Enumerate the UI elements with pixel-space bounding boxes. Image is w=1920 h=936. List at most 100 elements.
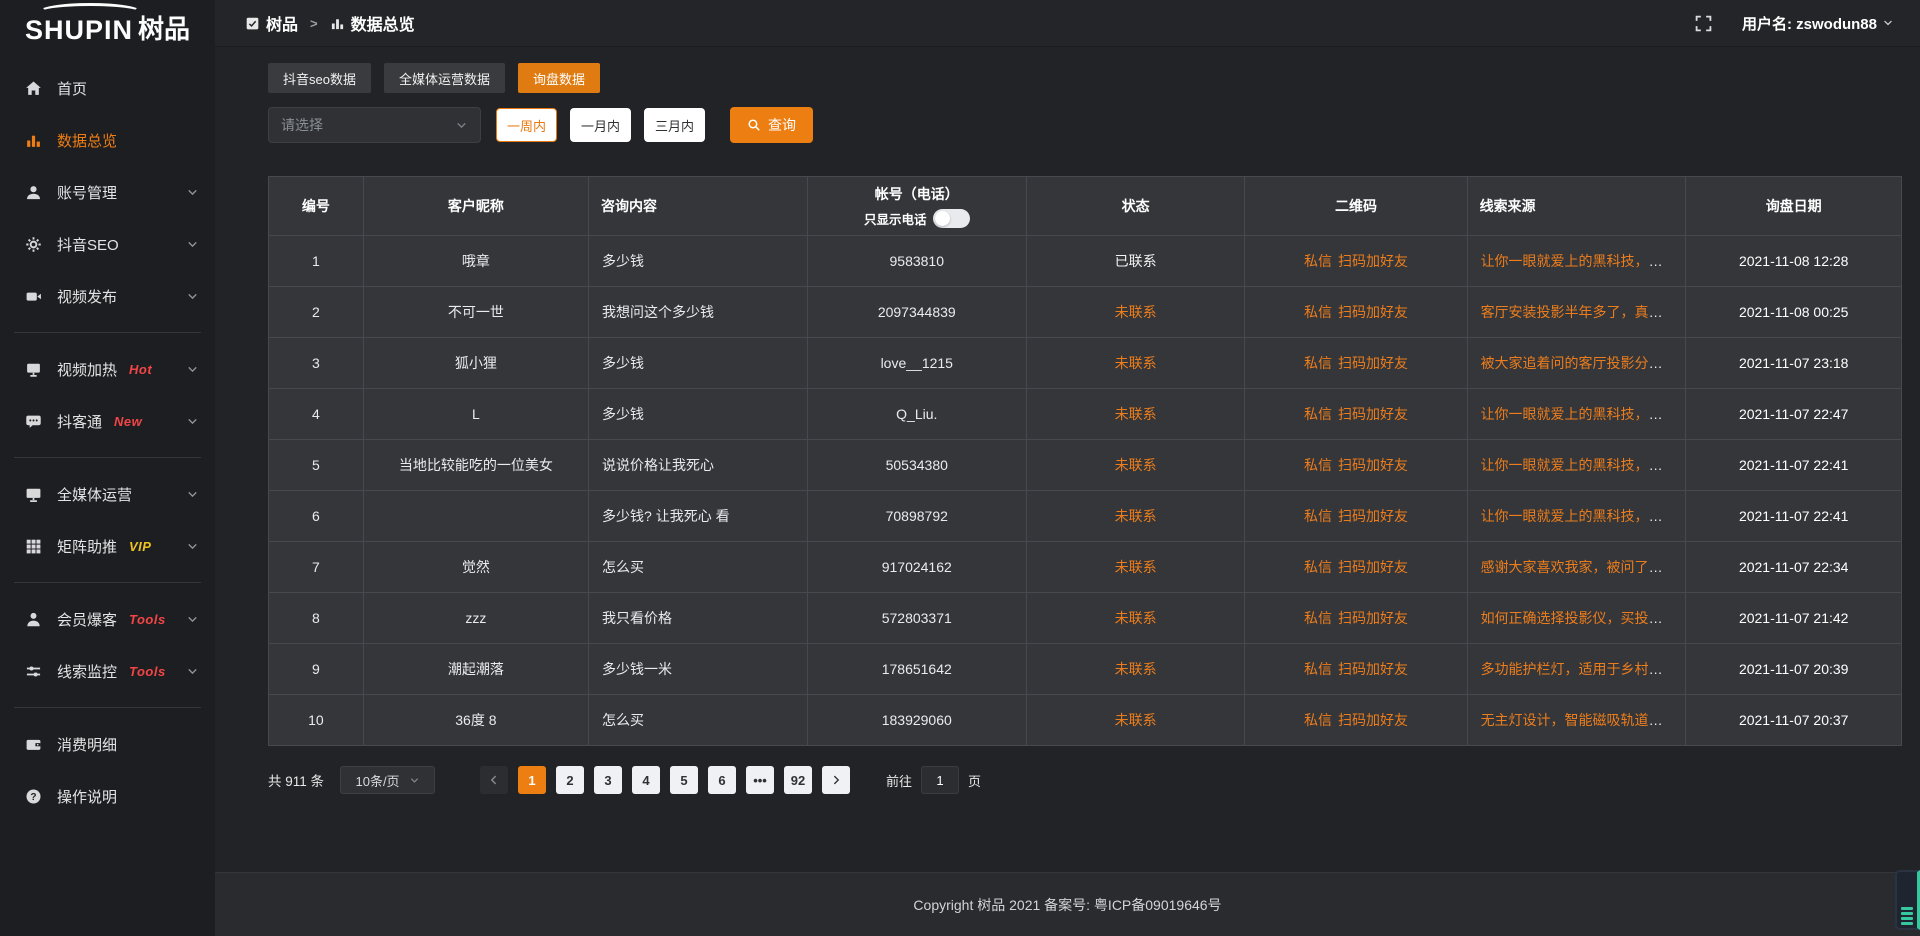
- qr-link-扫码加好友[interactable]: 扫码加好友: [1338, 457, 1408, 473]
- qr-link-私信[interactable]: 私信: [1304, 304, 1332, 320]
- sidebar-item-抖音SEO[interactable]: 抖音SEO: [0, 218, 215, 270]
- qr-link-扫码加好友[interactable]: 扫码加好友: [1338, 508, 1408, 524]
- cell-account: 70898792: [807, 491, 1026, 542]
- app-logo[interactable]: SHUPIN 树品: [0, 0, 215, 54]
- cell-date: 2021-11-08 00:25: [1686, 287, 1902, 338]
- page-button-92[interactable]: 92: [784, 766, 812, 794]
- sidebar-item-操作说明[interactable]: ?操作说明: [0, 770, 215, 822]
- range-button-一月内[interactable]: 一月内: [570, 108, 631, 142]
- sidebar-item-视频加热[interactable]: 视频加热Hot: [0, 343, 215, 395]
- cell-number: 7: [269, 542, 364, 593]
- sidebar-item-视频发布[interactable]: 视频发布: [0, 270, 215, 322]
- source-link[interactable]: 如何正确选择投影仪，买投影...: [1481, 610, 1675, 626]
- sidebar-item-全媒体运营[interactable]: 全媒体运营: [0, 468, 215, 520]
- range-button-三月内[interactable]: 三月内: [644, 108, 705, 142]
- floating-side-widget[interactable]: [1895, 870, 1920, 930]
- qr-link-私信[interactable]: 私信: [1304, 457, 1332, 473]
- user-menu[interactable]: 用户名: zswodun88: [1742, 13, 1894, 34]
- column-header-二维码: 二维码: [1245, 177, 1467, 236]
- select-placeholder: 请选择: [281, 115, 323, 135]
- qr-link-私信[interactable]: 私信: [1304, 661, 1332, 677]
- account-select[interactable]: 请选择: [268, 107, 481, 143]
- cell-number: 3: [269, 338, 364, 389]
- cell-number: 10: [269, 695, 364, 746]
- cell-source: 感谢大家喜欢我家，被问了好...: [1467, 542, 1686, 593]
- cell-date: 2021-11-08 12:28: [1686, 236, 1902, 287]
- sidebar-item-label: 线索监控: [57, 661, 117, 682]
- cell-status: 未联系: [1026, 491, 1245, 542]
- page-size-select[interactable]: 10条/页: [340, 766, 435, 794]
- page-button-1[interactable]: 1: [518, 766, 546, 794]
- cell-date: 2021-11-07 22:34: [1686, 542, 1902, 593]
- qr-link-扫码加好友[interactable]: 扫码加好友: [1338, 406, 1408, 422]
- chevron-down-icon: [186, 488, 199, 501]
- wallet-icon: [25, 736, 42, 753]
- page-ellipsis-button[interactable]: •••: [746, 766, 774, 794]
- page-button-2[interactable]: 2: [556, 766, 584, 794]
- table-header-row: 编号客户昵称咨询内容帐号（电话）只显示电话状态二维码线索来源询盘日期: [269, 177, 1902, 236]
- sidebar-item-首页[interactable]: 首页: [0, 62, 215, 114]
- source-link[interactable]: 让你一眼就爱上的黑科技，能...: [1481, 406, 1675, 422]
- source-link[interactable]: 无主灯设计，智能磁吸轨道灯...: [1481, 712, 1675, 728]
- sidebar-item-矩阵助推[interactable]: 矩阵助推VIP: [0, 520, 215, 572]
- cell-account: 572803371: [807, 593, 1026, 644]
- query-button[interactable]: 查询: [730, 107, 813, 143]
- sidebar-item-消费明细[interactable]: 消费明细: [0, 718, 215, 770]
- sidebar-item-label: 会员爆客: [57, 609, 117, 630]
- page-button-6[interactable]: 6: [708, 766, 736, 794]
- gear-icon: [25, 236, 42, 253]
- qr-link-扫码加好友[interactable]: 扫码加好友: [1338, 559, 1408, 575]
- phone-only-toggle[interactable]: [933, 209, 970, 228]
- next-page-button[interactable]: [822, 766, 850, 794]
- sidebar-item-抖客通[interactable]: 抖客通New: [0, 395, 215, 447]
- source-link[interactable]: 客厅安装投影半年多了，真实...: [1481, 304, 1675, 320]
- cell-account: love__1215: [807, 338, 1026, 389]
- prev-page-button[interactable]: [480, 766, 508, 794]
- cell-content: 说说价格让我死心: [589, 440, 808, 491]
- source-link[interactable]: 让你一眼就爱上的黑科技，能...: [1481, 253, 1675, 269]
- qr-link-私信[interactable]: 私信: [1304, 406, 1332, 422]
- table-row: 3狐小狸多少钱love__1215未联系私信扫码加好友被大家追着问的客厅投影分享…: [269, 338, 1902, 389]
- sidebar-item-label: 矩阵助推: [57, 536, 117, 557]
- qr-link-私信[interactable]: 私信: [1304, 610, 1332, 626]
- goto-page-input[interactable]: [921, 766, 959, 794]
- qr-link-私信[interactable]: 私信: [1304, 712, 1332, 728]
- qr-link-私信[interactable]: 私信: [1304, 253, 1332, 269]
- qr-link-扫码加好友[interactable]: 扫码加好友: [1338, 712, 1408, 728]
- qr-link-扫码加好友[interactable]: 扫码加好友: [1338, 661, 1408, 677]
- tab-全媒体运营数据[interactable]: 全媒体运营数据: [384, 63, 505, 93]
- phone-only-label: 只显示电话: [864, 209, 927, 228]
- sidebar-item-会员爆客[interactable]: 会员爆客Tools: [0, 593, 215, 645]
- chevron-down-icon: [186, 186, 199, 199]
- tab-询盘数据[interactable]: 询盘数据: [518, 63, 600, 93]
- range-button-一周内[interactable]: 一周内: [496, 108, 557, 142]
- sidebar-item-账号管理[interactable]: 账号管理: [0, 166, 215, 218]
- source-link[interactable]: 被大家追着问的客厅投影分享...: [1481, 355, 1675, 371]
- source-link[interactable]: 让你一眼就爱上的黑科技，能...: [1481, 508, 1675, 524]
- source-link[interactable]: 让你一眼就爱上的黑科技，能...: [1481, 457, 1675, 473]
- qr-link-扫码加好友[interactable]: 扫码加好友: [1338, 253, 1408, 269]
- sidebar-item-数据总览[interactable]: 数据总览: [0, 114, 215, 166]
- qr-link-私信[interactable]: 私信: [1304, 355, 1332, 371]
- page-button-3[interactable]: 3: [594, 766, 622, 794]
- source-link[interactable]: 感谢大家喜欢我家，被问了好...: [1481, 559, 1675, 575]
- qr-link-扫码加好友[interactable]: 扫码加好友: [1338, 610, 1408, 626]
- qr-link-私信[interactable]: 私信: [1304, 559, 1332, 575]
- sidebar-item-线索监控[interactable]: 线索监控Tools: [0, 645, 215, 697]
- qr-link-私信[interactable]: 私信: [1304, 508, 1332, 524]
- qr-link-扫码加好友[interactable]: 扫码加好友: [1338, 304, 1408, 320]
- cell-qrcode: 私信扫码加好友: [1245, 287, 1467, 338]
- tab-抖音seo数据[interactable]: 抖音seo数据: [268, 63, 371, 93]
- query-button-label: 查询: [768, 115, 796, 135]
- menu-divider: [14, 332, 201, 333]
- cell-nickname: [363, 491, 588, 542]
- cell-date: 2021-11-07 20:39: [1686, 644, 1902, 695]
- chevron-down-icon: [186, 613, 199, 626]
- source-link[interactable]: 多功能护栏灯，适用于乡村文...: [1481, 661, 1675, 677]
- fullscreen-icon[interactable]: [1695, 15, 1712, 32]
- breadcrumb-root[interactable]: 树品: [266, 11, 298, 35]
- qr-link-扫码加好友[interactable]: 扫码加好友: [1338, 355, 1408, 371]
- page-button-5[interactable]: 5: [670, 766, 698, 794]
- cell-source: 让你一眼就爱上的黑科技，能...: [1467, 236, 1686, 287]
- page-button-4[interactable]: 4: [632, 766, 660, 794]
